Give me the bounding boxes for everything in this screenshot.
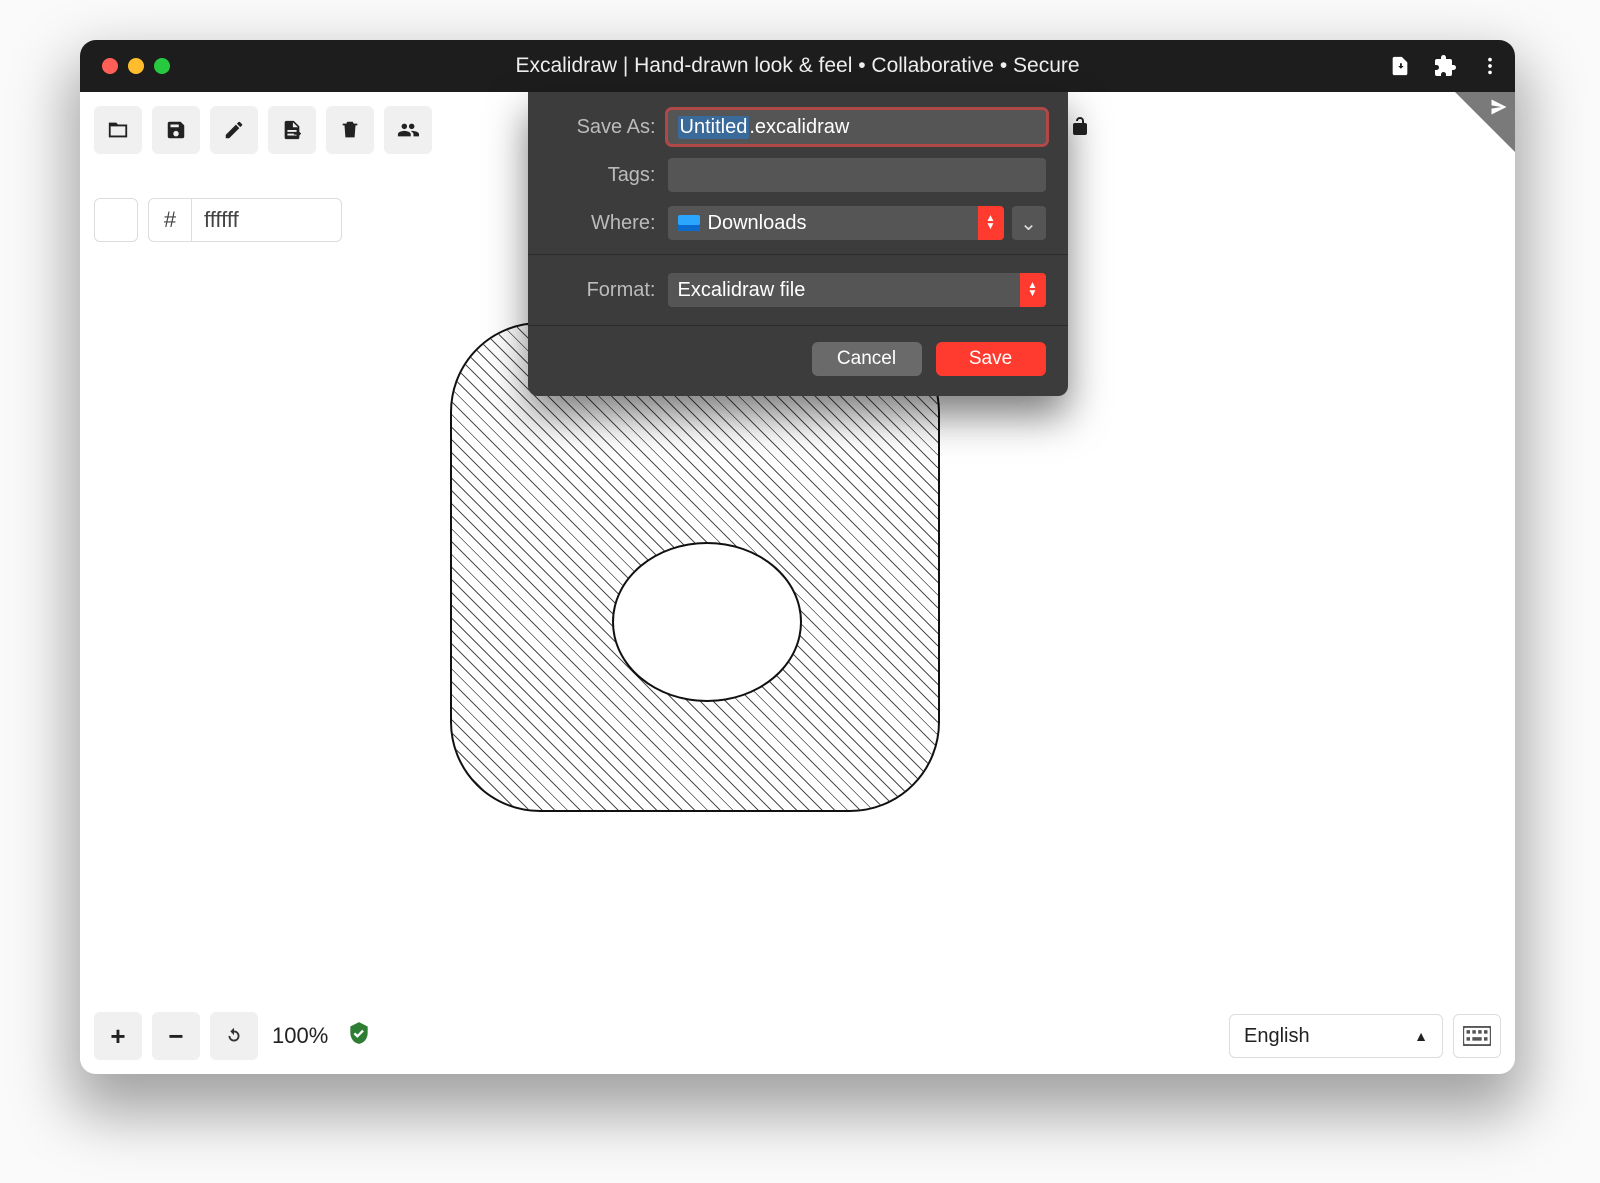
background-color-panel: # [94,198,342,242]
format-select[interactable]: Excalidraw file ▲▼ [668,273,1046,307]
save-as-label: Save As: [550,116,656,139]
overflow-menu-icon[interactable] [1479,55,1501,77]
zoom-out-button[interactable]: − [152,1012,200,1060]
minimize-window-icon[interactable] [128,58,144,74]
open-button[interactable] [94,106,142,154]
chevron-up-icon: ▲ [1414,1028,1428,1044]
where-label: Where: [550,212,656,235]
close-window-icon[interactable] [102,58,118,74]
language-value: English [1244,1025,1310,1048]
delete-button[interactable] [326,106,374,154]
zoom-in-button[interactable]: + [94,1012,142,1060]
keyboard-shortcuts-button[interactable] [1453,1014,1501,1058]
tags-input[interactable] [668,158,1046,192]
titlebar: Excalidraw | Hand-drawn look & feel • Co… [80,40,1515,92]
updown-arrows-icon: ▲▼ [978,206,1004,240]
filename-extension: .excalidraw [749,116,849,139]
app-window: Excalidraw | Hand-drawn look & feel • Co… [80,40,1515,1074]
extensions-icon[interactable] [1433,54,1457,78]
export-button[interactable] [268,106,316,154]
updown-arrows-icon: ▲▼ [1020,273,1046,307]
filename-input[interactable]: Untitled.excalidraw [668,110,1046,144]
cancel-button[interactable]: Cancel [812,342,922,376]
zoom-level: 100% [272,1023,328,1049]
floppy-hole [612,542,802,702]
collaborate-button[interactable] [384,106,432,154]
zoom-reset-button[interactable] [210,1012,258,1060]
save-button[interactable]: Save [936,342,1046,376]
encryption-shield-icon[interactable] [346,1020,372,1052]
hash-prefix: # [148,198,192,242]
titlebar-actions [1389,54,1501,78]
language-select[interactable]: English ▲ [1229,1014,1443,1058]
format-label: Format: [550,279,656,302]
save-as-button[interactable] [210,106,258,154]
color-swatch[interactable] [94,198,138,242]
lock-button[interactable] [1068,115,1092,145]
fullscreen-window-icon[interactable] [154,58,170,74]
save-button[interactable] [152,106,200,154]
window-controls [80,58,170,74]
expand-dialog-button[interactable]: ⌄ [1012,206,1046,240]
hex-input[interactable] [192,198,342,242]
filename-selection: Untitled [678,116,750,139]
github-corner[interactable] [1455,92,1515,152]
save-dialog: Save As: Untitled.excalidraw Tags: Where… [528,92,1068,396]
where-value: Downloads [708,212,807,235]
install-icon[interactable] [1389,55,1411,77]
window-title: Excalidraw | Hand-drawn look & feel • Co… [515,54,1079,78]
action-toolbar [94,106,432,154]
tags-label: Tags: [550,164,656,187]
where-select[interactable]: Downloads ▲▼ [668,206,1004,240]
format-value: Excalidraw file [678,279,806,302]
footer-bar: + − 100% English ▲ [94,1012,1501,1060]
folder-icon [678,215,700,231]
